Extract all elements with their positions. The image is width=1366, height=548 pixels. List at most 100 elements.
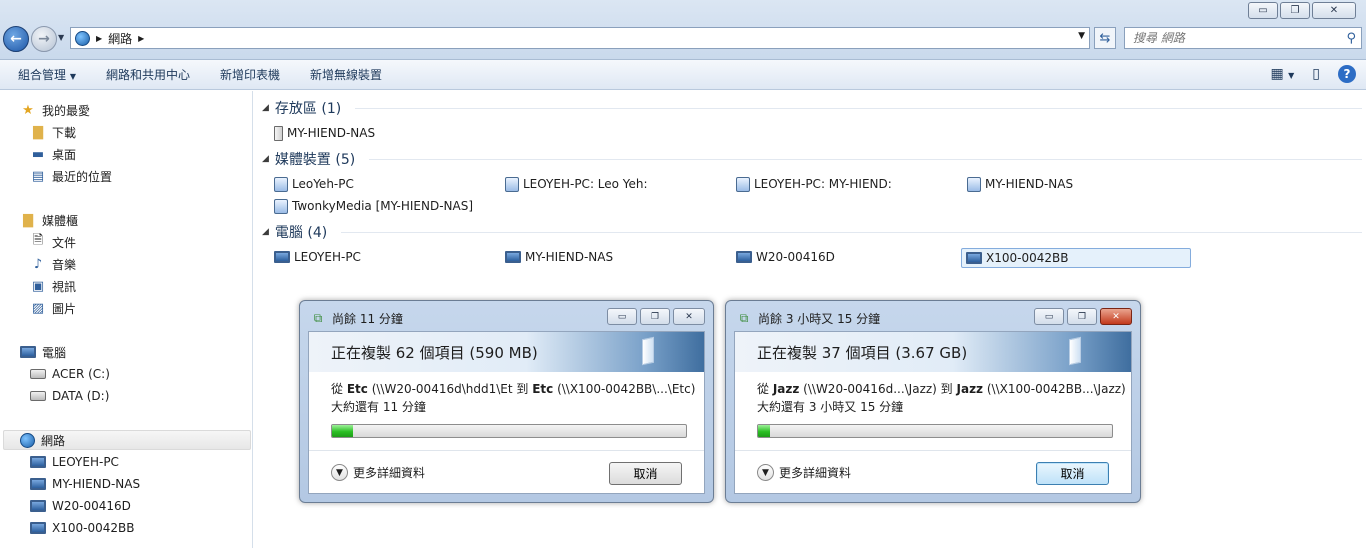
sidebar-item-network[interactable]: 網路: [3, 430, 251, 450]
search-input[interactable]: [1131, 30, 1331, 46]
sidebar-item-videos[interactable]: ▣ 視訊: [30, 276, 76, 296]
close-button[interactable]: ✕: [673, 308, 705, 325]
refresh-button[interactable]: ⇆: [1094, 27, 1116, 49]
list-item[interactable]: LEOYEH-PC: MY-HIEND:: [736, 174, 892, 194]
sidebar-item-my-hiend-nas[interactable]: MY-HIEND-NAS: [30, 474, 140, 494]
sidebar-item-w20-00416d[interactable]: W20-00416D: [30, 496, 131, 516]
command-bar: 組合管理 ▼ 網路和共用中心 新增印表機 新增無線裝置 ▦ ▼ ▯ ?: [0, 60, 1366, 90]
sidebar-item-x100-0042bb[interactable]: X100-0042BB: [30, 518, 134, 538]
network-sharing-center-button[interactable]: 網路和共用中心: [106, 66, 190, 83]
chevron-down-icon: ▼: [69, 72, 76, 81]
sidebar-item-documents[interactable]: 🗎 文件: [30, 232, 76, 252]
group-divider: [341, 231, 1362, 233]
destination-link[interactable]: Jazz: [957, 382, 984, 396]
group-label: 媒體裝置 (5): [274, 152, 356, 168]
maximize-button[interactable]: ❐: [1280, 2, 1310, 19]
sidebar-item-leoyeh-pc[interactable]: LEOYEH-PC: [30, 452, 119, 472]
group-header-computers[interactable]: ◢ 電腦 (4): [262, 222, 1362, 242]
item-label: LEOYEH-PC: Leo Yeh:: [523, 177, 648, 191]
dialog-heading: 正在複製 62 個項目 (590 MB): [309, 332, 704, 372]
maximize-button[interactable]: ❐: [640, 308, 670, 325]
back-button[interactable]: ←: [3, 26, 29, 52]
breadcrumb: ▶ 網路 ▶: [75, 30, 144, 47]
sidebar-item-label: 視訊: [52, 279, 77, 294]
preview-pane-button[interactable]: ▯: [1312, 66, 1320, 82]
list-item[interactable]: LEOYEH-PC: Leo Yeh:: [505, 174, 648, 194]
address-bar[interactable]: ▶ 網路 ▶ ▼: [70, 27, 1090, 49]
arrow-left-icon: ←: [10, 31, 22, 47]
close-button[interactable]: ✕: [1100, 308, 1132, 325]
sidebar-item-computer[interactable]: 電腦: [20, 342, 66, 362]
search-box[interactable]: ⚲: [1124, 27, 1362, 49]
source-link[interactable]: Etc: [347, 382, 368, 396]
dialog-title: ⧉ 尚餘 11 分鐘: [310, 310, 403, 327]
organize-button[interactable]: 組合管理 ▼: [18, 66, 76, 83]
destination-link[interactable]: Etc: [532, 382, 553, 396]
sidebar-item-recent[interactable]: ▤ 最近的位置: [30, 166, 112, 186]
group-header-storage[interactable]: ◢ 存放區 (1): [262, 98, 1362, 118]
sidebar-item-pictures[interactable]: ▨ 圖片: [30, 298, 76, 318]
sidebar-item-drive-c[interactable]: ACER (C:): [30, 364, 110, 384]
close-button[interactable]: ✕: [1312, 2, 1356, 19]
list-item-selected[interactable]: X100-0042BB: [961, 248, 1191, 268]
sidebar-item-downloads[interactable]: ▇ 下載: [30, 122, 76, 142]
cancel-button[interactable]: 取消: [1036, 462, 1109, 485]
source-link[interactable]: Jazz: [773, 382, 800, 396]
collapse-triangle-icon[interactable]: ◢: [262, 227, 269, 237]
list-item[interactable]: LEOYEH-PC: [274, 247, 361, 267]
list-item[interactable]: TwonkyMedia [MY-HIEND-NAS]: [274, 196, 473, 216]
copy-dialog-jazz: ⧉ 尚餘 3 小時又 15 分鐘 ▭ ❐ ✕ 正在複製 37 個項目 (3.67 …: [725, 300, 1141, 503]
collapse-triangle-icon[interactable]: ◢: [262, 154, 269, 164]
list-item[interactable]: MY-HIEND-NAS: [505, 247, 613, 267]
minimize-button[interactable]: ▭: [1248, 2, 1278, 19]
forward-button[interactable]: →: [31, 26, 57, 52]
minimize-button[interactable]: ▭: [607, 308, 637, 325]
breadcrumb-chevron-icon[interactable]: ▶: [96, 34, 102, 43]
add-wireless-device-button[interactable]: 新增無線裝置: [310, 66, 382, 83]
sidebar-item-favorites[interactable]: ★ 我的最愛: [20, 100, 90, 120]
recent-pages-dropdown[interactable]: ▼: [58, 33, 64, 42]
item-label: LeoYeh-PC: [292, 177, 354, 191]
sidebar-item-label: 我的最愛: [42, 103, 91, 118]
collapse-triangle-icon[interactable]: ◢: [262, 103, 269, 113]
group-header-media[interactable]: ◢ 媒體裝置 (5): [262, 149, 1362, 169]
list-item[interactable]: LeoYeh-PC: [274, 174, 354, 194]
grid-icon: ▦: [1270, 66, 1284, 82]
view-options-button[interactable]: ▦ ▼: [1270, 66, 1294, 82]
cancel-button[interactable]: 取消: [609, 462, 682, 485]
group-label: 電腦 (4): [274, 225, 328, 241]
star-icon: ★: [22, 102, 34, 118]
sidebar-item-label: ACER (C:): [52, 367, 110, 381]
address-dropdown-icon[interactable]: ▼: [1078, 31, 1085, 41]
sidebar-item-desktop[interactable]: ▬ 桌面: [30, 144, 76, 164]
more-details-toggle[interactable]: ▼ 更多詳細資料: [331, 464, 425, 481]
sidebar-item-music[interactable]: ♪ 音樂: [30, 254, 76, 274]
copy-dialog-etc: ⧉ 尚餘 11 分鐘 ▭ ❐ ✕ 正在複製 62 個項目 (590 MB) 從 E…: [299, 300, 714, 503]
picture-icon: ▨: [31, 300, 45, 316]
dialog-body: 正在複製 62 個項目 (590 MB) 從 Etc (\\W20-00416d…: [308, 331, 705, 494]
add-printer-button[interactable]: 新增印表機: [220, 66, 280, 83]
time-remaining: 大約還有 3 小時又 15 分鐘: [757, 400, 904, 414]
copy-icon: ⧉: [313, 311, 323, 325]
list-item[interactable]: MY-HIEND-NAS: [274, 123, 375, 143]
more-details-toggle[interactable]: ▼ 更多詳細資料: [757, 464, 851, 481]
minimize-button[interactable]: ▭: [1034, 308, 1064, 325]
time-remaining: 大約還有 11 分鐘: [331, 400, 426, 414]
breadcrumb-network[interactable]: 網路: [108, 30, 132, 47]
network-icon: [75, 30, 90, 46]
drive-icon: [30, 369, 46, 379]
sidebar-item-libraries[interactable]: ▇ 媒體櫃: [20, 210, 78, 230]
breadcrumb-chevron-icon[interactable]: ▶: [138, 34, 144, 43]
search-icon[interactable]: ⚲: [1346, 31, 1356, 46]
list-item[interactable]: W20-00416D: [736, 247, 835, 267]
navigation-pane: ★ 我的最愛 ▇ 下載 ▬ 桌面 ▤ 最近的位置 ▇ 媒體櫃 🗎 文件 ♪ 音樂 ▣ 視訊 ▨ 圖…: [0, 91, 253, 548]
list-item[interactable]: MY-HIEND-NAS: [967, 174, 1073, 194]
maximize-button[interactable]: ❐: [1067, 308, 1097, 325]
sidebar-item-label: 圖片: [52, 301, 77, 316]
help-button[interactable]: ?: [1338, 65, 1356, 83]
document-icon: 🗎: [32, 233, 44, 248]
computer-icon: [736, 251, 752, 263]
group-divider: [369, 158, 1362, 160]
dialog-heading: 正在複製 37 個項目 (3.67 GB): [735, 332, 1131, 372]
sidebar-item-drive-d[interactable]: DATA (D:): [30, 386, 109, 406]
